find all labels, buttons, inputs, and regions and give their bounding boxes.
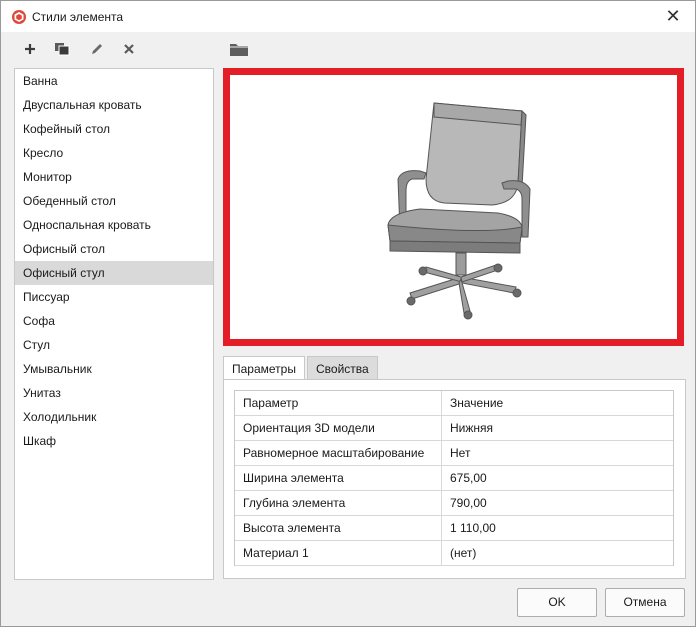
parameters-panel: Параметр Значение Ориентация 3D модели Ни…	[223, 379, 686, 579]
table-row[interactable]: Равномерное масштабирование Нет	[235, 441, 673, 466]
list-item[interactable]: Кресло	[15, 141, 213, 165]
parameter-name: Равномерное масштабирование	[235, 441, 442, 465]
list-item[interactable]: Унитаз	[15, 381, 213, 405]
list-item[interactable]: Умывальник	[15, 357, 213, 381]
table-row[interactable]: Высота элемента 1 110,00	[235, 516, 673, 541]
table-row[interactable]: Материал 1 (нет)	[235, 541, 673, 566]
list-item[interactable]: Стул	[15, 333, 213, 357]
window-title: Стили элемента	[32, 10, 124, 24]
table-row[interactable]: Глубина элемента 790,00	[235, 491, 673, 516]
cancel-button[interactable]: Отмена	[605, 588, 685, 617]
parameter-value[interactable]: Нет	[442, 441, 673, 465]
close-icon: ✕	[665, 6, 681, 26]
tab-properties[interactable]: Свойства	[307, 356, 378, 381]
parameters-grid: Параметр Значение Ориентация 3D модели Ни…	[234, 390, 674, 566]
parameter-value[interactable]: 675,00	[442, 466, 673, 490]
close-button[interactable]: ✕	[651, 1, 695, 32]
table-row[interactable]: Ширина элемента 675,00	[235, 466, 673, 491]
parameter-name: Глубина элемента	[235, 491, 442, 515]
column-header-value[interactable]: Значение	[442, 391, 673, 415]
parameter-value[interactable]: Нижняя	[442, 416, 673, 440]
title-bar: Стили элемента ✕	[1, 1, 695, 32]
styles-list[interactable]: Ванна Двуспальная кровать Кофейный стол Кре…	[14, 68, 214, 580]
list-item[interactable]: Обеденный стол	[15, 189, 213, 213]
list-item[interactable]: Двуспальная кровать	[15, 93, 213, 117]
parameter-value[interactable]: 1 110,00	[442, 516, 673, 540]
parameter-value[interactable]: (нет)	[442, 541, 673, 565]
list-item[interactable]: Офисный стул	[15, 261, 213, 285]
list-item[interactable]: Писсуар	[15, 285, 213, 309]
pencil-icon	[92, 44, 102, 54]
preview-canvas	[230, 75, 677, 339]
list-item[interactable]: Монитор	[15, 165, 213, 189]
parameter-name: Ширина элемента	[235, 466, 442, 490]
office-chair-image	[387, 102, 531, 320]
parameter-name: Ориентация 3D модели	[235, 416, 442, 440]
folder-icon[interactable]	[228, 40, 250, 58]
tab-parameters[interactable]: Параметры	[223, 356, 305, 381]
list-item[interactable]: Холодильник	[15, 405, 213, 429]
edit-style-button[interactable]	[86, 39, 108, 59]
ok-button[interactable]: OK	[517, 588, 597, 617]
list-item[interactable]: Ванна	[15, 69, 213, 93]
dialog-window: Стили элемента ✕ Ванна Двуспальная кроват…	[0, 0, 696, 627]
delete-icon	[124, 44, 134, 54]
grid-header: Параметр Значение	[235, 391, 673, 416]
plus-icon	[25, 44, 35, 54]
delete-style-button[interactable]	[118, 39, 140, 59]
list-item[interactable]: Кофейный стол	[15, 117, 213, 141]
list-item[interactable]: Софа	[15, 309, 213, 333]
list-item[interactable]: Офисный стол	[15, 237, 213, 261]
parameter-value[interactable]: 790,00	[442, 491, 673, 515]
parameter-name: Высота элемента	[235, 516, 442, 540]
model-preview	[223, 68, 684, 346]
column-header-parameter[interactable]: Параметр	[235, 391, 442, 415]
list-item[interactable]: Односпальная кровать	[15, 213, 213, 237]
add-style-button[interactable]	[19, 39, 41, 59]
list-item[interactable]: Шкаф	[15, 429, 213, 453]
copy-style-button[interactable]	[51, 39, 73, 59]
copy-icon	[55, 43, 70, 56]
parameter-name: Материал 1	[235, 541, 442, 565]
table-row[interactable]: Ориентация 3D модели Нижняя	[235, 416, 673, 441]
app-logo-icon	[12, 10, 26, 24]
